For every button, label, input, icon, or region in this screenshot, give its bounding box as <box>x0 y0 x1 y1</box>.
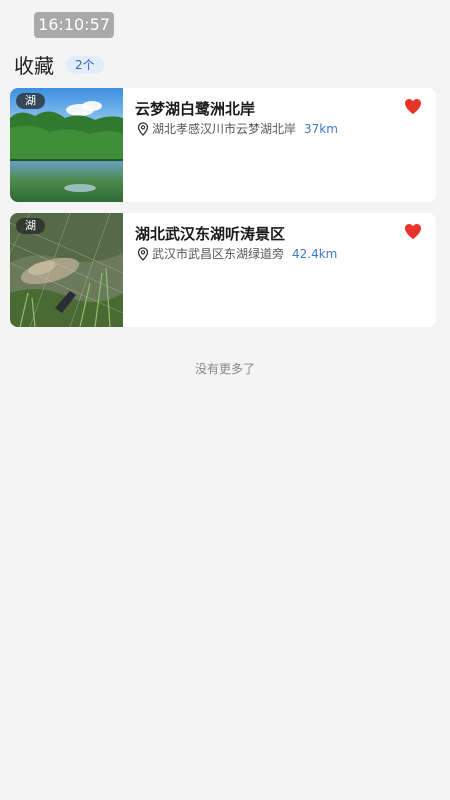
place-address: 武汉市武昌区东湖绿道旁 <box>152 247 285 261</box>
end-of-list-note: 没有更多了 <box>194 362 255 376</box>
page-header: 收藏 2个 <box>14 50 104 79</box>
place-address: 湖北孝感汉川市云梦湖北岸 <box>152 122 297 136</box>
heart-icon[interactable] <box>404 223 422 240</box>
favorite-card[interactable]: 湖 湖北武汉东湖听涛景区 武汉市武昌区东湖绿道旁 42.4km <box>10 213 436 327</box>
place-title: 云梦湖白鹭洲北岸 <box>135 100 256 118</box>
category-tag: 湖 <box>16 218 45 234</box>
place-distance: 42.4km <box>292 246 338 261</box>
heart-icon[interactable] <box>404 98 422 115</box>
fish-in-net-photo: 湖 <box>10 213 123 327</box>
status-time: 16:10:57 <box>34 12 114 38</box>
place-meta: 湖北孝感汉川市云梦湖北岸 37km <box>137 120 338 137</box>
lake-forest-photo: 湖 <box>10 88 123 202</box>
category-tag: 湖 <box>16 93 45 109</box>
location-pin-icon <box>137 246 149 261</box>
count-badge: 2个 <box>66 55 104 74</box>
place-distance: 37km <box>304 121 338 136</box>
place-meta: 武汉市武昌区东湖绿道旁 42.4km <box>137 245 337 262</box>
location-pin-icon <box>137 121 149 136</box>
place-title: 湖北武汉东湖听涛景区 <box>135 225 286 243</box>
page-title: 收藏 <box>14 54 54 78</box>
favorite-card[interactable]: 湖 云梦湖白鹭洲北岸 湖北孝感汉川市云梦湖北岸 37km <box>10 88 436 202</box>
